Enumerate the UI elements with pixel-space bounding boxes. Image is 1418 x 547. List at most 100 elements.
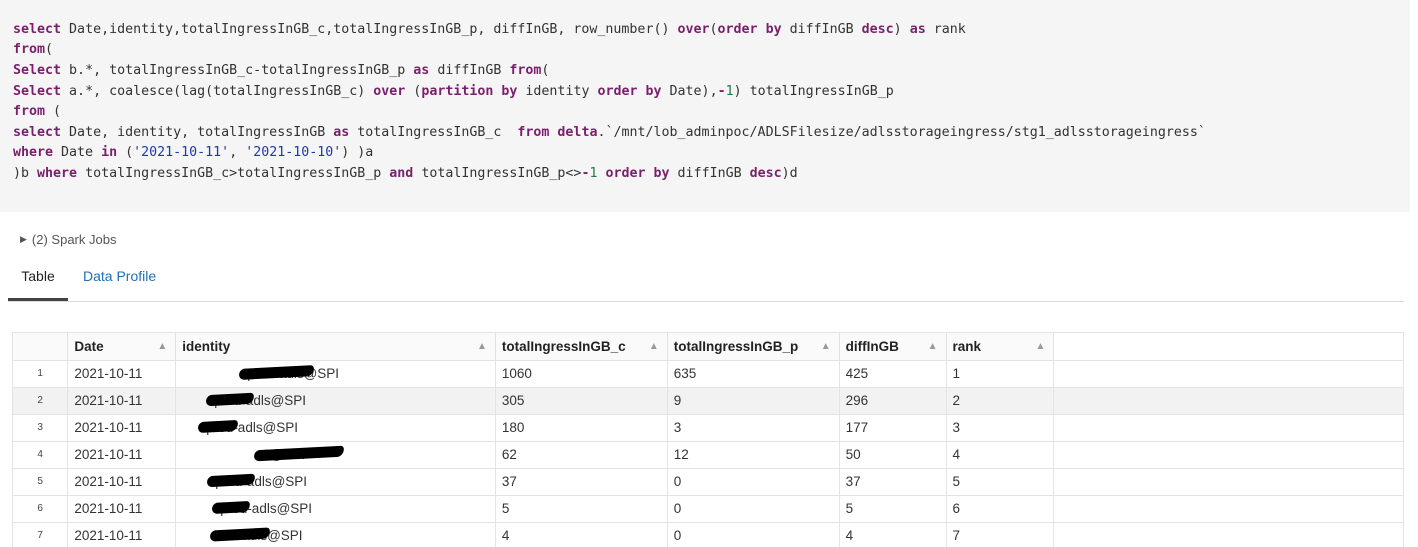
header-filler <box>1053 333 1403 361</box>
column-header-diff[interactable]: diffInGB ▲ <box>839 333 947 361</box>
column-header-identity[interactable]: identity ▲ <box>175 333 496 361</box>
caret-right-icon: ▶ <box>20 234 27 244</box>
table-cell: 2 <box>946 387 1055 415</box>
table-cell: 177 <box>839 414 947 442</box>
table-cell: 37 <box>495 468 668 496</box>
table-cell: rod-adls@SPI <box>175 522 496 547</box>
spark-jobs-label: (2) Spark Jobs <box>31 232 117 247</box>
sort-asc-icon[interactable]: ▲ <box>1035 341 1045 352</box>
table-cell: 62 <box>495 441 668 469</box>
table-cell: 0 <box>667 522 840 547</box>
row-index: 2 <box>13 387 69 415</box>
code-line: Select a.*, coalesce(lag(totalIngressInG… <box>13 84 894 99</box>
tab-data-profile[interactable]: Data Profile <box>83 268 156 284</box>
row-index: 6 <box>13 495 69 523</box>
table-cell: 2021-10-11 <box>67 387 177 415</box>
table-cell: 1060 <box>495 360 668 388</box>
row-filler <box>1053 495 1403 523</box>
row-index: 4 <box>13 441 69 469</box>
table-cell: prod-adls@SPI <box>175 414 496 442</box>
table-row: 5 2021-10-11 prod-adls@SPI 37 0 37 5 <box>13 468 1403 496</box>
column-header-date[interactable]: Date ▲ <box>67 333 177 361</box>
table-cell: 2021-10-11 <box>67 468 177 496</box>
table-cell: prod-adls@SPI <box>175 495 496 523</box>
code-line: Select b.*, totalIngressInGB_c-totalIngr… <box>13 63 550 78</box>
tab-table[interactable]: Table <box>8 268 68 301</box>
row-index: 3 <box>13 414 69 442</box>
table-cell: 5 <box>946 468 1055 496</box>
sort-asc-icon[interactable]: ▲ <box>157 341 167 352</box>
row-index-header <box>13 333 69 361</box>
row-index: 1 <box>13 360 69 388</box>
table-cell: prod-adls@SPI <box>175 387 496 415</box>
table-cell: 2021-10-11 <box>67 414 177 442</box>
sort-asc-icon[interactable]: ▲ <box>928 341 938 352</box>
table-cell: 305 <box>495 387 668 415</box>
table-cell: 9 <box>667 387 840 415</box>
table-cell: 180 <box>495 414 668 442</box>
code-line: where Date in ('2021-10-11', '2021-10-10… <box>13 145 374 160</box>
spark-jobs-toggle[interactable]: ▶ (2) Spark Jobs <box>20 232 116 247</box>
table-cell: 296 <box>839 387 947 415</box>
table-row: 6 2021-10-11 prod-adls@SPI 5 0 5 6 <box>13 495 1403 523</box>
redacted-identity: prod-adls@SPI <box>247 366 340 381</box>
redacted-identity: prod-adls@SPI <box>220 501 313 516</box>
column-header-total-ingress-c[interactable]: totalIngressInGB_c ▲ <box>495 333 668 361</box>
table-cell: 1 <box>946 360 1055 388</box>
table-cell: 2021-10-11 <box>67 495 177 523</box>
table-cell: 4 <box>946 441 1055 469</box>
table-cell: 5 <box>839 495 947 523</box>
table-cell: 635 <box>667 360 840 388</box>
table-row: 1 2021-10-11 prod-adls@SPI 1060 635 425 1 <box>13 360 1403 388</box>
table-cell: 0 <box>667 495 840 523</box>
table-cell: prod-adls@SPI <box>175 468 496 496</box>
table-cell: 50 <box>839 441 947 469</box>
table-cell: 425 <box>839 360 947 388</box>
code-line: from ( <box>13 104 62 119</box>
redacted-identity: prod-adls@SPI <box>206 420 299 435</box>
table-cell: 5 <box>495 495 668 523</box>
sort-asc-icon[interactable]: ▲ <box>649 341 659 352</box>
table-cell: 4 <box>495 522 668 547</box>
table-header-row: Date ▲ identity ▲ totalIngressInGB_c ▲ tota… <box>13 333 1403 361</box>
row-index: 7 <box>13 522 69 547</box>
table-cell: 3 <box>667 414 840 442</box>
code-line: )b where totalIngressInGB_c>totalIngress… <box>13 166 798 181</box>
row-filler <box>1053 387 1403 415</box>
table-cell: 4 <box>839 522 947 547</box>
table-cell: 2021-10-11 <box>67 522 177 547</box>
results-table: Date ▲ identity ▲ totalIngressInGB_c ▲ tota… <box>12 332 1404 547</box>
row-filler <box>1053 360 1403 388</box>
code-line: select Date, identity, totalIngressInGB … <box>13 125 1206 140</box>
row-filler <box>1053 414 1403 442</box>
table-cell: 2021-10-11 <box>67 441 177 469</box>
row-filler <box>1053 522 1403 547</box>
table-row: 3 2021-10-11 prod-adls@SPI 180 3 177 3 <box>13 414 1403 442</box>
code-line: from( <box>13 42 54 57</box>
table-cell: 0 <box>667 468 840 496</box>
table-cell: prod-adls@SPI <box>175 360 496 388</box>
redacted-identity: 1@SPI <box>262 447 306 462</box>
table-cell: 2021-10-11 <box>67 360 177 388</box>
table-cell: 12 <box>667 441 840 469</box>
column-header-total-ingress-p[interactable]: totalIngressInGB_p ▲ <box>667 333 840 361</box>
table-cell: 6 <box>946 495 1055 523</box>
table-row: 2 2021-10-11 prod-adls@SPI 305 9 296 2 <box>13 387 1403 415</box>
column-header-rank[interactable]: rank ▲ <box>946 333 1055 361</box>
code-cell[interactable]: select Date,identity,totalIngressInGB_c,… <box>0 0 1410 212</box>
row-filler <box>1053 441 1403 469</box>
sort-asc-icon[interactable]: ▲ <box>477 341 487 352</box>
table-cell: 7 <box>946 522 1055 547</box>
code-line: select Date,identity,totalIngressInGB_c,… <box>13 22 966 37</box>
redacted-identity: rod-adls@SPI <box>218 528 303 543</box>
result-tabs: Table Data Profile <box>8 258 1404 302</box>
table-cell: 1@SPI <box>175 441 496 469</box>
row-filler <box>1053 468 1403 496</box>
table-cell: 37 <box>839 468 947 496</box>
row-index: 5 <box>13 468 69 496</box>
table-row: 7 2021-10-11 rod-adls@SPI 4 0 4 7 <box>13 522 1403 547</box>
table-row: 4 2021-10-11 1@SPI 62 12 50 4 <box>13 441 1403 469</box>
table-cell: 3 <box>946 414 1055 442</box>
redacted-identity: prod-adls@SPI <box>214 393 307 408</box>
sort-asc-icon[interactable]: ▲ <box>821 341 831 352</box>
